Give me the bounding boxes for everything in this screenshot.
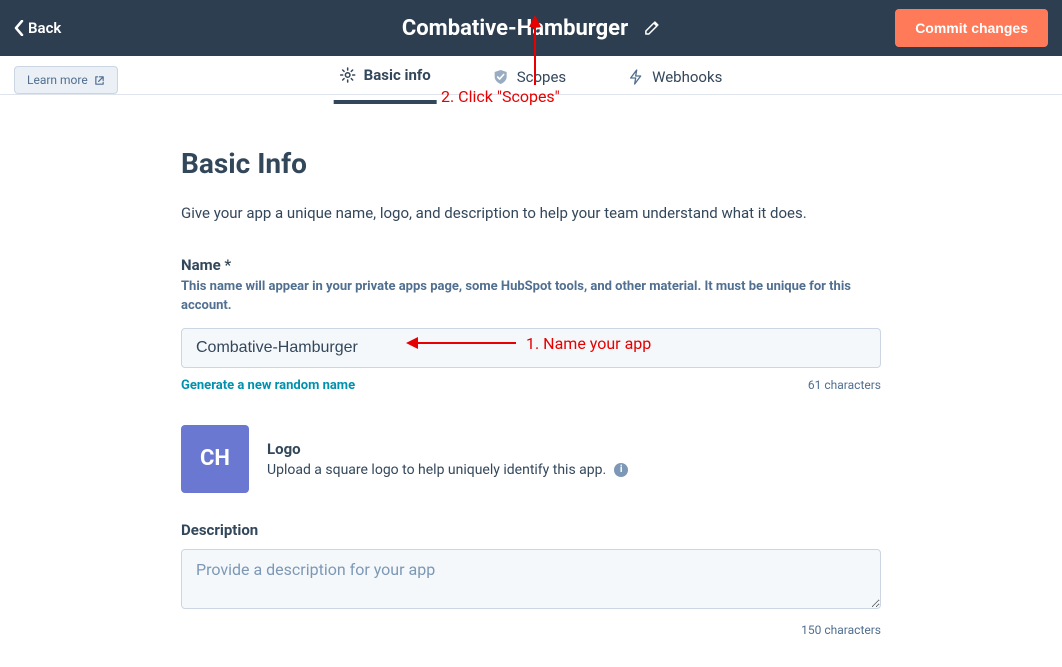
logo-description: Upload a square logo to help uniquely id… xyxy=(267,462,606,478)
tab-label: Basic info xyxy=(364,66,431,84)
lightning-icon xyxy=(628,69,644,85)
learn-more-label: Learn more xyxy=(27,73,88,87)
description-char-count: 150 characters xyxy=(801,623,881,637)
tab-label: Webhooks xyxy=(652,68,722,86)
gear-icon xyxy=(340,67,356,83)
description-label: Description xyxy=(181,521,881,539)
name-label: Name * xyxy=(181,256,881,274)
learn-more-button[interactable]: Learn more xyxy=(14,66,118,94)
chevron-left-icon xyxy=(14,20,24,36)
name-help-text: This name will appear in your private ap… xyxy=(181,278,881,316)
pencil-icon[interactable] xyxy=(644,20,660,36)
back-label: Back xyxy=(28,19,61,37)
description-input[interactable] xyxy=(181,549,881,609)
tab-label: Scopes xyxy=(517,68,566,86)
info-icon[interactable]: i xyxy=(614,463,628,477)
name-char-count: 61 characters xyxy=(808,378,881,393)
generate-random-name-link[interactable]: Generate a new random name xyxy=(181,378,355,393)
logo-label: Logo xyxy=(267,440,628,458)
shield-check-icon xyxy=(493,69,509,85)
name-input[interactable] xyxy=(181,328,881,368)
back-button[interactable]: Back xyxy=(14,19,61,37)
section-title: Basic Info xyxy=(181,147,881,180)
external-link-icon xyxy=(94,75,105,86)
page-title: Combative-Hamburger xyxy=(402,16,628,41)
commit-changes-button[interactable]: Commit changes xyxy=(895,9,1048,47)
logo-avatar[interactable]: CH xyxy=(181,425,249,493)
section-description: Give your app a unique name, logo, and d… xyxy=(181,204,881,222)
